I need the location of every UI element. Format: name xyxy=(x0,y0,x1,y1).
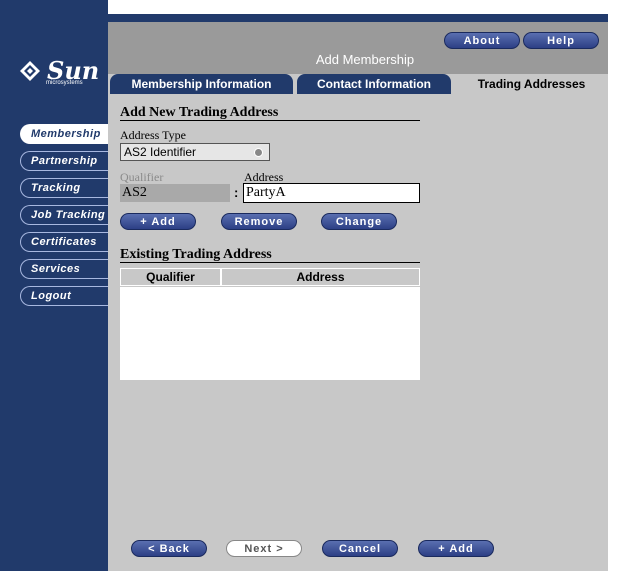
address-input[interactable] xyxy=(243,183,420,203)
sidebar-item-membership[interactable]: Membership xyxy=(20,124,108,144)
sidebar-item-job-tracking[interactable]: Job Tracking xyxy=(20,205,108,225)
footer-add-button[interactable]: + Add xyxy=(418,540,494,557)
existing-trading-address-heading: Existing Trading Address xyxy=(120,247,272,262)
column-header-address[interactable]: Address xyxy=(221,268,420,286)
tab-contact-information[interactable]: Contact Information xyxy=(297,74,451,94)
sidebar-item-services[interactable]: Services xyxy=(20,259,108,279)
qualifier-label: Qualifier xyxy=(120,170,164,184)
about-button[interactable]: About xyxy=(444,32,520,49)
existing-section-divider xyxy=(120,262,420,263)
right-margin xyxy=(608,14,619,571)
logo-tagline: microsystems xyxy=(46,80,83,86)
top-border xyxy=(108,14,608,22)
address-type-value: AS2 Identifier xyxy=(124,145,197,159)
help-button[interactable]: Help xyxy=(523,32,599,49)
column-header-qualifier[interactable]: Qualifier xyxy=(120,268,221,286)
page-title: Add Membership xyxy=(315,52,415,67)
sun-logo: Sun microsystems xyxy=(20,56,100,90)
sidebar-item-partnership[interactable]: Partnership xyxy=(20,151,108,171)
section-divider xyxy=(120,120,420,121)
remove-address-button[interactable]: Remove xyxy=(221,213,297,230)
field-separator: : xyxy=(234,185,239,200)
back-button[interactable]: < Back xyxy=(131,540,207,557)
qualifier-field: AS2 xyxy=(120,184,230,202)
next-button[interactable]: Next > xyxy=(226,540,302,557)
address-type-select[interactable]: AS2 Identifier xyxy=(120,143,270,161)
existing-addresses-table-body[interactable] xyxy=(120,287,420,380)
cancel-button[interactable]: Cancel xyxy=(322,540,398,557)
sidebar-item-tracking[interactable]: Tracking xyxy=(20,178,108,198)
tab-membership-information[interactable]: Membership Information xyxy=(110,74,293,94)
sun-diamond-icon xyxy=(20,61,40,81)
address-type-label: Address Type xyxy=(120,128,186,142)
change-address-button[interactable]: Change xyxy=(321,213,397,230)
sidebar-item-logout[interactable]: Logout xyxy=(20,286,108,306)
add-address-button[interactable]: + Add xyxy=(120,213,196,230)
add-trading-address-heading: Add New Trading Address xyxy=(120,105,279,120)
tab-trading-addresses[interactable]: Trading Addresses xyxy=(455,74,608,94)
dropdown-arrow-icon xyxy=(254,148,263,157)
sidebar-item-certificates[interactable]: Certificates xyxy=(20,232,108,252)
